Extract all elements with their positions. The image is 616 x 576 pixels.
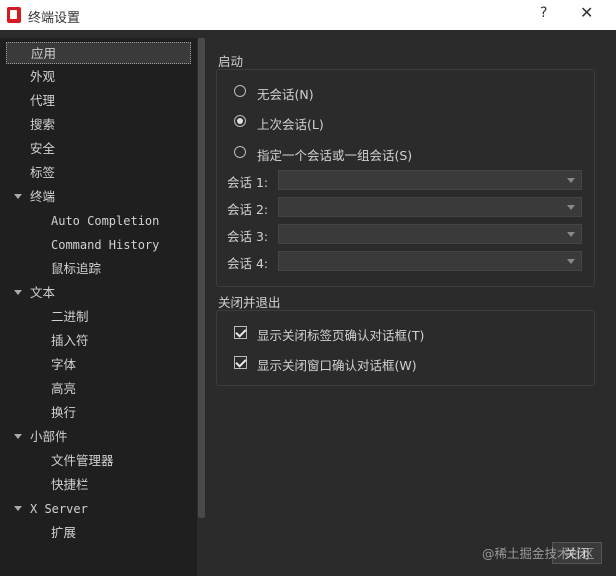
nav-item-text[interactable]: 文本: [30, 282, 55, 304]
nav-item-font[interactable]: 字体: [51, 354, 76, 376]
session-1-combo[interactable]: [278, 170, 582, 190]
expand-caret-icon[interactable]: [14, 194, 22, 199]
nav-item-caret[interactable]: 插入符: [51, 330, 89, 352]
radio-specify-session-label: 指定一个会话或一组会话(S): [257, 148, 413, 163]
session-4-label: 会话 4:: [227, 256, 269, 271]
radio-no-session[interactable]: [234, 85, 246, 97]
confirm-close-window-label: 显示关闭窗口确认对话框(W): [257, 358, 417, 373]
nav-item-command-history[interactable]: Command History: [51, 234, 159, 256]
session-2-combo[interactable]: [278, 197, 582, 217]
session-2-label: 会话 2:: [227, 202, 269, 217]
nav-item-quick-bar[interactable]: 快捷栏: [51, 474, 89, 496]
nav-item-mouse-tracking[interactable]: 鼠标追踪: [51, 258, 101, 280]
radio-last-session[interactable]: [234, 115, 246, 127]
expand-caret-icon[interactable]: [14, 290, 22, 295]
nav-item-security[interactable]: 安全: [30, 138, 55, 160]
watermark: @稀土掘金技术社区: [482, 546, 595, 561]
exit-section-title: 关闭并退出: [218, 295, 281, 310]
radio-no-session-label: 无会话(N): [257, 87, 314, 102]
nav-item-search[interactable]: 搜索: [30, 114, 55, 136]
nav-item-auto-completion[interactable]: Auto Completion: [51, 210, 159, 232]
exit-group: [216, 310, 595, 386]
nav-item-app[interactable]: 应用: [6, 42, 191, 64]
confirm-close-tab-label: 显示关闭标签页确认对话框(T): [257, 328, 425, 343]
nav-item-widgets[interactable]: 小部件: [30, 426, 68, 448]
nav-item-proxy[interactable]: 代理: [30, 90, 55, 112]
session-3-combo[interactable]: [278, 224, 582, 244]
title-bar: 终端设置 ? ✕: [0, 0, 616, 30]
confirm-close-tab-checkbox[interactable]: [234, 326, 247, 339]
help-button[interactable]: ?: [540, 5, 547, 21]
confirm-close-window-checkbox[interactable]: [234, 356, 247, 369]
nav-item-extensions[interactable]: 扩展: [51, 522, 76, 544]
window-title: 终端设置: [28, 11, 81, 26]
expand-caret-icon[interactable]: [14, 506, 22, 511]
session-1-label: 会话 1:: [227, 175, 269, 190]
nav-item-appearance[interactable]: 外观: [30, 66, 55, 88]
nav-scrollbar[interactable]: [198, 38, 205, 518]
startup-section-title: 启动: [218, 54, 244, 69]
nav-item-tabs[interactable]: 标签: [30, 162, 55, 184]
session-4-combo[interactable]: [278, 251, 582, 271]
settings-nav-tree: 应用 外观 代理 搜索 安全 标签 终端 Auto Completion Com…: [0, 38, 197, 576]
radio-last-session-label: 上次会话(L): [257, 117, 324, 132]
nav-item-wrap[interactable]: 换行: [51, 402, 76, 424]
nav-item-file-manager[interactable]: 文件管理器: [51, 450, 114, 472]
radio-specify-session[interactable]: [234, 146, 246, 158]
nav-item-terminal[interactable]: 终端: [30, 186, 55, 208]
nav-item-highlight[interactable]: 高亮: [51, 378, 76, 400]
session-3-label: 会话 3:: [227, 229, 269, 244]
expand-caret-icon[interactable]: [14, 434, 22, 439]
nav-item-binary[interactable]: 二进制: [51, 306, 89, 328]
app-logo-icon: [7, 7, 21, 23]
window-close-button[interactable]: ✕: [580, 3, 593, 22]
nav-item-x-server[interactable]: X Server: [30, 498, 88, 520]
